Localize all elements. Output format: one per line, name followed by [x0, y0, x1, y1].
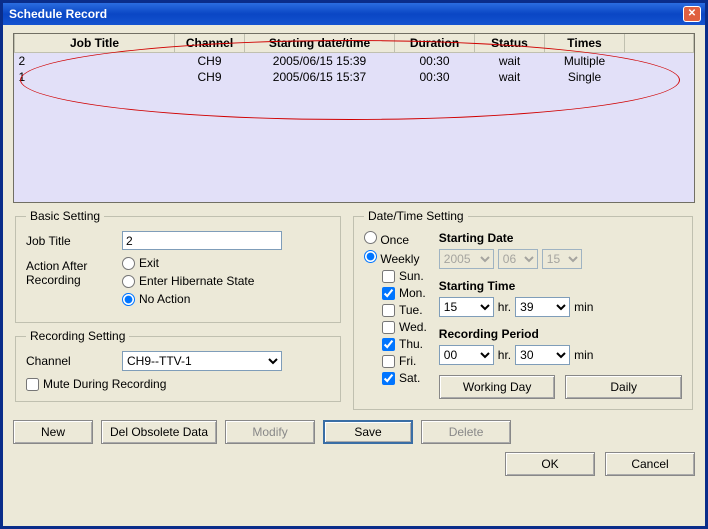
titlebar: Schedule Record ✕ — [3, 3, 705, 25]
hr-label: hr. — [498, 300, 511, 314]
window: Schedule Record ✕ Job Title Channel Star… — [0, 0, 708, 529]
del-obsolete-button[interactable]: Del Obsolete Data — [101, 420, 217, 444]
job-title-label: Job Title — [26, 231, 116, 248]
basic-setting-group: Basic Setting Job Title Action After Rec… — [15, 209, 341, 323]
cell-channel: CH9 — [175, 69, 245, 85]
cell-status: wait — [475, 53, 545, 70]
hour-select[interactable]: 15 — [439, 297, 494, 317]
minute-select[interactable]: 39 — [515, 297, 570, 317]
save-button[interactable]: Save — [323, 420, 413, 444]
chk-sun[interactable]: Sun. — [382, 269, 427, 283]
datetime-setting-group: Date/Time Setting Once Weekly Sun. Mon. … — [353, 209, 693, 410]
new-button[interactable]: New — [13, 420, 93, 444]
action-after-label: Action After Recording — [26, 256, 116, 287]
channel-select[interactable]: CH9--TTV-1 — [122, 351, 282, 371]
recording-setting-group: Recording Setting Channel CH9--TTV-1 Mut… — [15, 329, 341, 402]
cell-status: wait — [475, 69, 545, 85]
cell-duration: 00:30 — [395, 53, 475, 70]
chk-wed[interactable]: Wed. — [382, 320, 427, 334]
col-channel[interactable]: Channel — [175, 34, 245, 53]
cell-starting: 2005/06/15 15:37 — [245, 69, 395, 85]
modify-button: Modify — [225, 420, 315, 444]
chk-mon[interactable]: Mon. — [382, 286, 427, 300]
delete-button: Delete — [421, 420, 511, 444]
col-starting[interactable]: Starting date/time — [245, 34, 395, 53]
day-select: 15 — [542, 249, 582, 269]
cell-times: Single — [545, 69, 625, 85]
chk-tue[interactable]: Tue. — [382, 303, 427, 317]
radio-once[interactable]: Once — [364, 231, 427, 247]
content-area: Job Title Channel Starting date/time Dur… — [3, 25, 705, 526]
starting-time-label: Starting Time — [439, 279, 682, 293]
radio-hibernate[interactable]: Enter Hibernate State — [122, 274, 254, 288]
cancel-button[interactable]: Cancel — [605, 452, 695, 476]
close-icon[interactable]: ✕ — [683, 6, 701, 22]
recording-legend: Recording Setting — [26, 329, 129, 343]
col-job-title[interactable]: Job Title — [15, 34, 175, 53]
table-row[interactable]: 1 CH9 2005/06/15 15:37 00:30 wait Single — [15, 69, 694, 85]
job-title-input[interactable] — [122, 231, 282, 250]
cell-channel: CH9 — [175, 53, 245, 70]
cell-job-title: 1 — [15, 69, 175, 85]
basic-legend: Basic Setting — [26, 209, 104, 223]
month-select: 06 — [498, 249, 538, 269]
starting-date-label: Starting Date — [439, 231, 682, 245]
chk-fri[interactable]: Fri. — [382, 354, 427, 368]
datetime-legend: Date/Time Setting — [364, 209, 468, 223]
schedule-table: Job Title Channel Starting date/time Dur… — [13, 33, 695, 203]
hr-label-2: hr. — [498, 348, 511, 362]
period-hr-select[interactable]: 00 — [439, 345, 494, 365]
mute-checkbox[interactable] — [26, 378, 39, 391]
chk-thu[interactable]: Thu. — [382, 337, 427, 351]
cell-duration: 00:30 — [395, 69, 475, 85]
col-status[interactable]: Status — [475, 34, 545, 53]
recording-period-label: Recording Period — [439, 327, 682, 341]
working-day-button[interactable]: Working Day — [439, 375, 556, 399]
daily-button[interactable]: Daily — [565, 375, 682, 399]
chk-sat[interactable]: Sat. — [382, 371, 427, 385]
period-min-select[interactable]: 30 — [515, 345, 570, 365]
mute-label: Mute During Recording — [43, 377, 166, 391]
radio-exit[interactable]: Exit — [122, 256, 254, 270]
cell-starting: 2005/06/15 15:39 — [245, 53, 395, 70]
table-row[interactable]: 2 CH9 2005/06/15 15:39 00:30 wait Multip… — [15, 53, 694, 70]
col-duration[interactable]: Duration — [395, 34, 475, 53]
min-label-2: min — [574, 348, 593, 362]
col-times[interactable]: Times — [545, 34, 625, 53]
year-select: 2005 — [439, 249, 494, 269]
window-title: Schedule Record — [7, 7, 683, 21]
cell-times: Multiple — [545, 53, 625, 70]
cell-job-title: 2 — [15, 53, 175, 70]
radio-weekly[interactable]: Weekly — [364, 250, 427, 266]
min-label: min — [574, 300, 593, 314]
col-spacer — [625, 34, 694, 53]
ok-button[interactable]: OK — [505, 452, 595, 476]
radio-no-action[interactable]: No Action — [122, 292, 254, 306]
channel-label: Channel — [26, 351, 116, 368]
